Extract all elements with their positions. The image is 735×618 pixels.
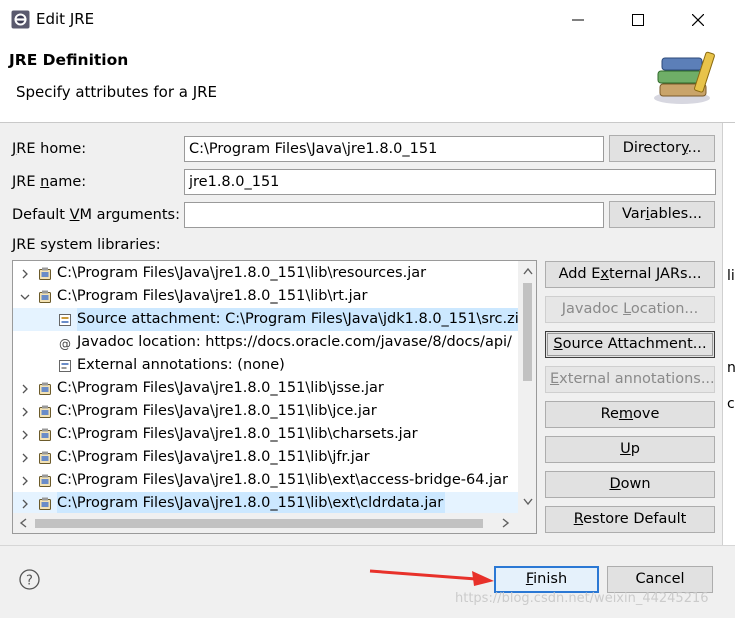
tree-row-label: C:\Program Files\Java\jre1.8.0_151\lib\j…	[57, 449, 370, 465]
scroll-right-icon[interactable]	[502, 518, 510, 528]
chevron-right-icon[interactable]	[20, 269, 30, 279]
close-icon	[692, 14, 704, 26]
tree-row-label: C:\Program Files\Java\jre1.8.0_151\lib\c…	[57, 426, 418, 442]
scroll-corner	[518, 513, 536, 533]
jar-icon	[39, 405, 51, 418]
tree-row[interactable]: C:\Program Files\Java\jre1.8.0_151\lib\r…	[13, 285, 518, 308]
add-external-jars-button[interactable]: Add External JARs...	[545, 261, 715, 288]
tree-row[interactable]: C:\Program Files\Java\jre1.8.0_151\lib\j…	[13, 446, 518, 469]
tree-row-label: Javadoc location: https://docs.oracle.co…	[77, 334, 512, 350]
header-banner: JRE Definition Specify attributes for a …	[0, 40, 735, 123]
banner-title: JRE Definition	[9, 51, 129, 69]
jar-icon	[39, 428, 51, 441]
directory-button[interactable]: Directory...	[609, 135, 715, 162]
clipped-text: li	[727, 268, 735, 284]
javadoc-at-icon: @	[59, 337, 71, 350]
tree-row[interactable]: External annotations: (none)	[13, 354, 518, 377]
window-title: Edit JRE	[36, 10, 95, 28]
help-icon[interactable]: ?	[19, 569, 40, 590]
close-button[interactable]	[676, 4, 720, 36]
chevron-right-icon[interactable]	[20, 384, 30, 394]
clipped-text: n	[727, 360, 735, 376]
red-arrow-annotation	[369, 569, 494, 586]
annotations-icon	[59, 360, 71, 372]
tree-row[interactable]: C:\Program Files\Java\jre1.8.0_151\lib\j…	[13, 400, 518, 423]
remove-button[interactable]: Remove	[545, 401, 715, 428]
title-bar: Edit JRE	[0, 0, 735, 40]
chevron-right-icon[interactable]	[20, 407, 30, 417]
watermark-text: https://blog.csdn.net/weixin_44245216	[455, 591, 709, 606]
jre-home-input[interactable]: C:\Program Files\Java\jre1.8.0_151	[184, 136, 604, 162]
tree-row[interactable]: C:\Program Files\Java\jre1.8.0_151\lib\e…	[13, 469, 518, 492]
restore-default-button[interactable]: Restore Default	[545, 506, 715, 533]
maximize-icon	[632, 14, 644, 26]
external-annotations-button[interactable]: External annotations...	[545, 366, 715, 393]
cancel-button[interactable]: Cancel	[607, 566, 713, 593]
horizontal-scroll-thumb[interactable]	[35, 519, 483, 528]
footer-separator	[0, 545, 735, 546]
variables-button[interactable]: Variables...	[609, 201, 715, 228]
tree-row[interactable]: C:\Program Files\Java\jre1.8.0_151\lib\j…	[13, 377, 518, 400]
up-button[interactable]: Up	[545, 436, 715, 463]
jar-icon	[39, 474, 51, 487]
tree-row[interactable]: Source attachment: C:\Program Files\Java…	[13, 308, 530, 331]
source-attachment-button[interactable]: Source Attachment...	[545, 331, 715, 358]
scroll-left-icon[interactable]	[19, 518, 27, 528]
finish-button[interactable]: Finish	[494, 566, 599, 593]
javadoc-location-button[interactable]: Javadoc Location...	[545, 296, 715, 323]
tree-row-label: C:\Program Files\Java\jre1.8.0_151\lib\j…	[57, 403, 377, 419]
down-button[interactable]: Down	[545, 471, 715, 498]
maximize-button[interactable]	[616, 4, 660, 36]
minimize-button[interactable]	[556, 4, 600, 36]
source-attachment-icon	[59, 314, 71, 326]
jre-name-input[interactable]: jre1.8.0_151	[184, 169, 716, 195]
vertical-scrollbar[interactable]	[518, 261, 536, 513]
tree-row-label: C:\Program Files\Java\jre1.8.0_151\lib\j…	[57, 380, 384, 396]
system-libraries-label: JRE system libraries:	[12, 237, 161, 253]
scroll-up-icon[interactable]	[523, 267, 533, 275]
eclipse-app-icon	[11, 10, 30, 29]
tree-row-label: C:\Program Files\Java\jre1.8.0_151\lib\r…	[57, 288, 368, 304]
jar-icon	[39, 382, 51, 395]
banner-subtitle: Specify attributes for a JRE	[16, 83, 218, 101]
tree-row[interactable]: @ Javadoc location: https://docs.oracle.c…	[13, 331, 518, 354]
chevron-right-icon[interactable]	[20, 453, 30, 463]
jar-icon	[39, 290, 51, 303]
jar-icon	[39, 267, 51, 280]
chevron-right-icon[interactable]	[20, 476, 30, 486]
clipped-text: c	[727, 396, 735, 412]
jar-icon	[39, 451, 51, 464]
tree-row[interactable]: C:\Program Files\Java\jre1.8.0_151\lib\r…	[13, 262, 518, 285]
tree-row-label: Source attachment: C:\Program Files\Java…	[77, 308, 530, 331]
vm-arguments-label: Default VM arguments:	[12, 207, 180, 223]
minimize-icon	[572, 19, 584, 21]
tree-row[interactable]: C:\Program Files\Java\jre1.8.0_151\lib\e…	[13, 492, 518, 515]
system-libraries-tree[interactable]: C:\Program Files\Java\jre1.8.0_151\lib\r…	[12, 260, 537, 534]
svg-text:@: @	[59, 337, 71, 350]
vertical-scroll-thumb[interactable]	[523, 283, 532, 381]
horizontal-scrollbar[interactable]	[13, 513, 518, 533]
scroll-down-icon[interactable]	[523, 498, 533, 506]
vm-arguments-input[interactable]	[184, 202, 604, 228]
tree-row-label: C:\Program Files\Java\jre1.8.0_151\lib\e…	[57, 492, 446, 515]
tree-row-label: External annotations: (none)	[77, 357, 285, 373]
chevron-right-icon[interactable]	[20, 499, 30, 509]
jre-books-icon	[654, 51, 715, 104]
chevron-right-icon[interactable]	[20, 430, 30, 440]
svg-text:?: ?	[26, 574, 33, 589]
jar-icon	[39, 497, 51, 510]
jre-home-label: JRE home:	[12, 141, 87, 157]
chevron-down-icon[interactable]	[20, 292, 30, 302]
clipped-right-panel: li n c	[722, 123, 735, 545]
tree-row-label: C:\Program Files\Java\jre1.8.0_151\lib\e…	[57, 472, 508, 488]
tree-row[interactable]: C:\Program Files\Java\jre1.8.0_151\lib\c…	[13, 423, 518, 446]
jre-name-label: JRE name:	[12, 174, 87, 190]
tree-row-label: C:\Program Files\Java\jre1.8.0_151\lib\r…	[57, 265, 427, 281]
